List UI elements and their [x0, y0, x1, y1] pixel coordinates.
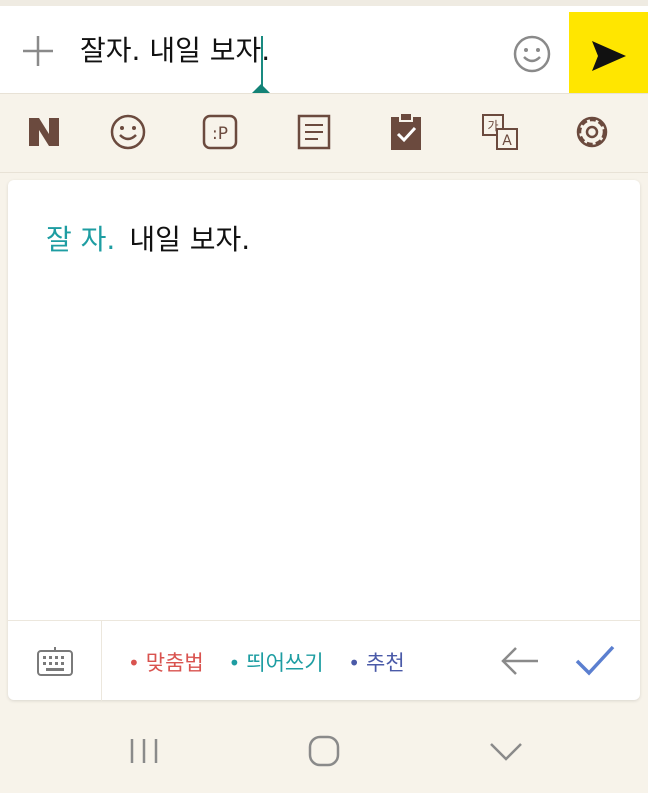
memo-icon[interactable]: [294, 112, 334, 152]
translate-icon[interactable]: 가 A: [480, 112, 520, 152]
sticker-icon[interactable]: :P: [200, 112, 240, 152]
plus-icon[interactable]: [21, 34, 55, 68]
settings-gear-icon[interactable]: [572, 112, 612, 152]
clipboard-check-icon[interactable]: [386, 112, 426, 152]
message-input-bar: 잘자. 내일 보자.: [0, 6, 648, 118]
recent-apps-icon[interactable]: [124, 734, 164, 768]
spell-check-footer: • 맞춤법 • 띄어쓰기 • 추천: [8, 620, 640, 701]
spell-check-panel: 잘 자. 내일 보자. • 맞춤법 • 띄어쓰기 • 추천: [8, 180, 640, 701]
send-arrow-icon: [591, 40, 626, 71]
suggestion-text[interactable]: 잘 자. 내일 보자.: [46, 222, 250, 258]
keyboard-toggle-button[interactable]: [8, 621, 102, 701]
keyboard-icon: [36, 647, 73, 676]
legend-recommend: • 추천: [348, 651, 405, 675]
corrected-text[interactable]: 잘 자.: [46, 223, 115, 256]
legend: • 맞춤법 • 띄어쓰기 • 추천: [128, 647, 423, 677]
back-arrow-icon[interactable]: [500, 643, 540, 679]
message-input-field[interactable]: 잘자. 내일 보자.: [80, 33, 270, 69]
legend-spacing: • 띄어쓰기: [228, 651, 324, 675]
back-chevron-icon[interactable]: [486, 734, 526, 768]
legend-spelling: • 맞춤법: [128, 651, 204, 675]
unchanged-text: 내일 보자.: [129, 223, 251, 256]
system-navbar: [0, 706, 648, 793]
home-icon[interactable]: [304, 734, 344, 768]
naver-logo-icon[interactable]: [24, 112, 64, 152]
keyboard-toolbar: :P 가 A: [0, 93, 648, 173]
svg-text::P: :P: [212, 124, 228, 144]
svg-text:A: A: [502, 133, 512, 149]
send-button[interactable]: [569, 12, 648, 99]
confirm-check-icon[interactable]: [574, 641, 616, 679]
emoticon-icon[interactable]: [108, 112, 148, 152]
smiley-icon[interactable]: [513, 35, 551, 73]
